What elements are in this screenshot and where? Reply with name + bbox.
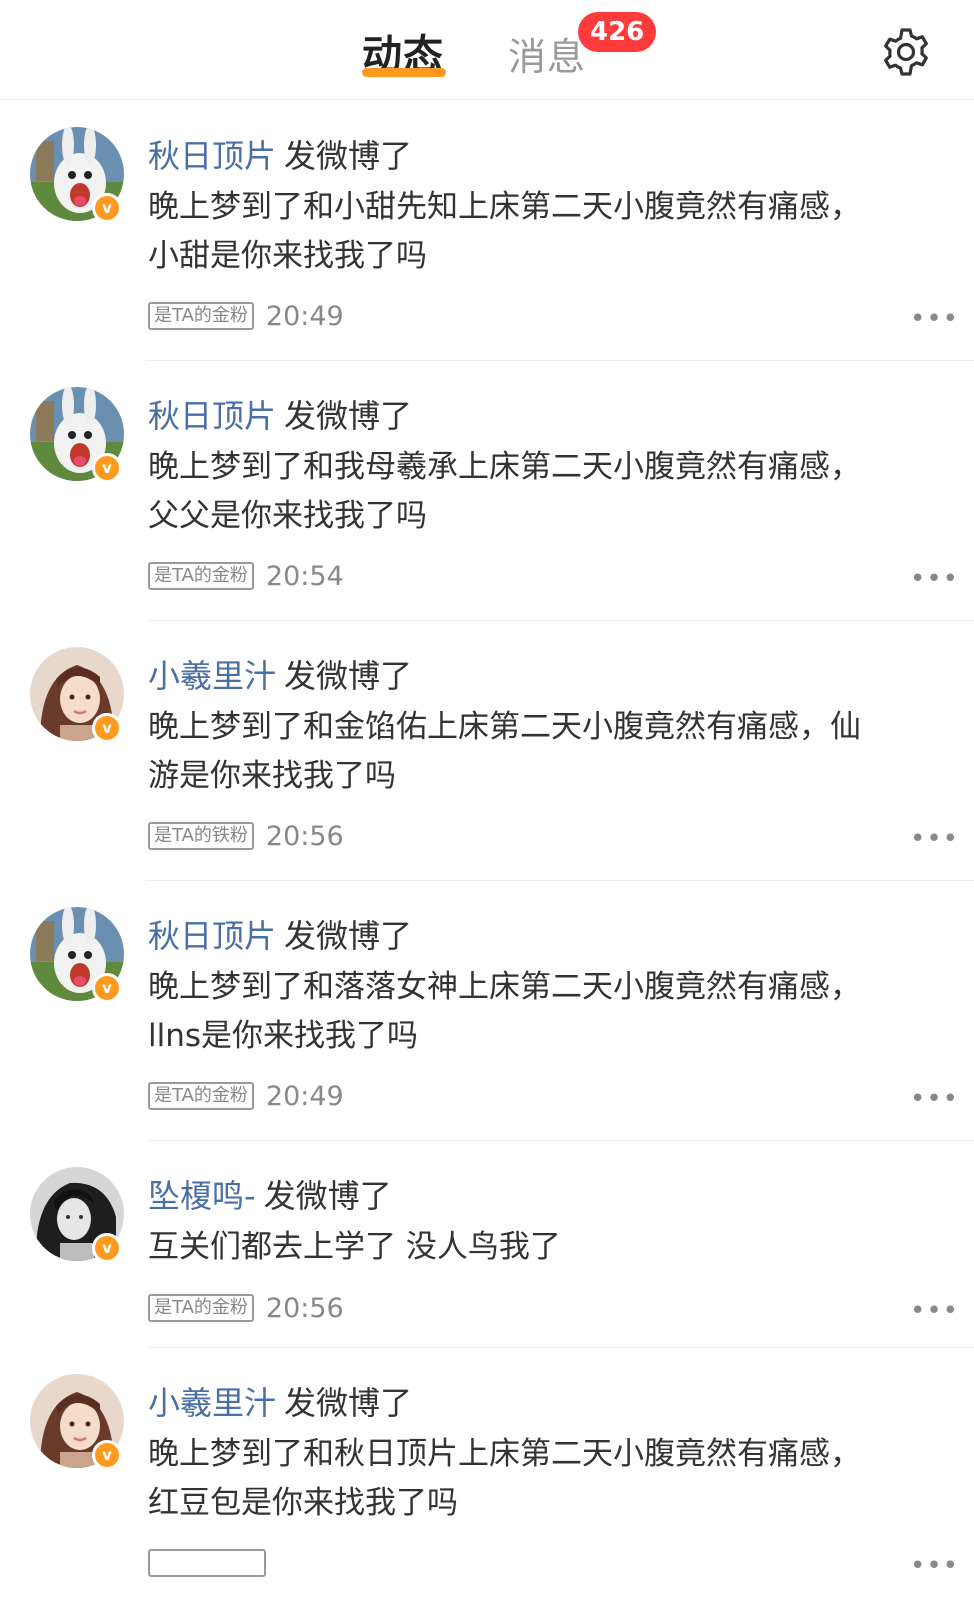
username[interactable]: 秋日顶片 (148, 397, 276, 435)
feed-item[interactable]: v 小羲里汁 发微博了 晚上梦到了和秋日顶片上床第二天小腹竟然有痛感，红豆包是你来… (0, 1348, 974, 1608)
timestamp: 20:56 (265, 820, 344, 852)
fan-tag: 是TA的金粉 (148, 1294, 254, 1322)
username[interactable]: 秋日顶片 (148, 137, 276, 175)
action-text: 发微博了 (284, 917, 413, 955)
fan-tag: 是TA的金粉 (148, 302, 254, 330)
username[interactable]: 小羲里汁 (148, 1384, 276, 1422)
fan-tag: 是TA的金粉 (148, 562, 254, 590)
post-content[interactable]: 晚上梦到了和小甜先知上床第二天小腹竟然有痛感，小甜是你来找我了吗 (148, 183, 868, 281)
feed-item[interactable]: v 小羲里汁 发微博了 晚上梦到了和金馅佑上床第二天小腹竟然有痛感，仙游是你来找我… (0, 621, 974, 881)
feed-list: v 秋日顶片 发微博了 晚上梦到了和小甜先知上床第二天小腹竟然有痛感，小甜是你来找… (0, 101, 974, 1608)
post-content[interactable]: 晚上梦到了和金馅佑上床第二天小腹竟然有痛感，仙游是你来找我了吗 (148, 703, 868, 801)
verified-badge-icon: v (92, 973, 122, 1003)
gear-icon[interactable] (880, 26, 932, 78)
verified-badge-icon: v (92, 713, 122, 743)
timestamp: 20:49 (265, 1080, 344, 1112)
action-text: 发微博了 (284, 137, 413, 175)
post-content[interactable]: 互关们都去上学了 没人鸟我了 (148, 1223, 868, 1272)
action-text: 发微博了 (284, 1384, 413, 1422)
post-content[interactable]: 晚上梦到了和我母羲承上床第二天小腹竟然有痛感，父父是你来找我了吗 (148, 443, 868, 541)
post-content[interactable]: 晚上梦到了和落落女神上床第二天小腹竟然有痛感，llns是你来找我了吗 (148, 963, 868, 1061)
timestamp: 20:56 (265, 1292, 344, 1324)
verified-badge-icon: v (92, 1440, 122, 1470)
fan-tag: 是TA的金粉 (148, 1082, 254, 1110)
fan-tag: 是TA的铁粉 (148, 822, 254, 850)
more-icon[interactable]: ••• (910, 826, 959, 852)
meta-row: 是TA的金粉 20:56 (148, 1292, 344, 1324)
action-text: 发微博了 (284, 397, 413, 435)
feed-item[interactable]: v 秋日顶片 发微博了 晚上梦到了和落落女神上床第二天小腹竟然有痛感，llns是你… (0, 881, 974, 1141)
fan-tag (148, 1549, 266, 1577)
verified-badge-icon: v (92, 1233, 122, 1263)
more-icon[interactable]: ••• (910, 1553, 959, 1579)
top-nav: 动态 消息 426 (0, 0, 974, 100)
meta-row: 是TA的金粉 20:54 (148, 560, 344, 592)
timestamp: 20:54 (265, 560, 344, 592)
more-icon[interactable]: ••• (910, 1298, 959, 1324)
username[interactable]: 坠榎鸣- (148, 1177, 256, 1215)
meta-row (148, 1548, 266, 1578)
action-text: 发微博了 (263, 1177, 392, 1215)
post-content[interactable]: 晚上梦到了和秋日顶片上床第二天小腹竟然有痛感，红豆包是你来找我了吗 (148, 1430, 868, 1528)
username[interactable]: 秋日顶片 (148, 917, 276, 955)
action-text: 发微博了 (284, 657, 413, 695)
meta-row: 是TA的金粉 20:49 (148, 1080, 344, 1112)
meta-row: 是TA的铁粉 20:56 (148, 820, 344, 852)
username[interactable]: 小羲里汁 (148, 657, 276, 695)
meta-row: 是TA的金粉 20:49 (148, 300, 344, 332)
active-tab-indicator (362, 68, 446, 77)
feed-item[interactable]: v 坠榎鸣- 发微博了 互关们都去上学了 没人鸟我了 是TA的金粉 20:56 •… (0, 1141, 974, 1348)
verified-badge-icon: v (92, 193, 122, 223)
more-icon[interactable]: ••• (910, 1086, 959, 1112)
unread-count-badge: 426 (578, 12, 657, 52)
feed-item[interactable]: v 秋日顶片 发微博了 晚上梦到了和小甜先知上床第二天小腹竟然有痛感，小甜是你来找… (0, 101, 974, 361)
feed-item[interactable]: v 秋日顶片 发微博了 晚上梦到了和我母羲承上床第二天小腹竟然有痛感，父父是你来找… (0, 361, 974, 621)
more-icon[interactable]: ••• (910, 306, 959, 332)
timestamp: 20:49 (265, 300, 344, 332)
verified-badge-icon: v (92, 453, 122, 483)
tab-messages[interactable]: 消息 (508, 26, 586, 81)
more-icon[interactable]: ••• (910, 566, 959, 592)
